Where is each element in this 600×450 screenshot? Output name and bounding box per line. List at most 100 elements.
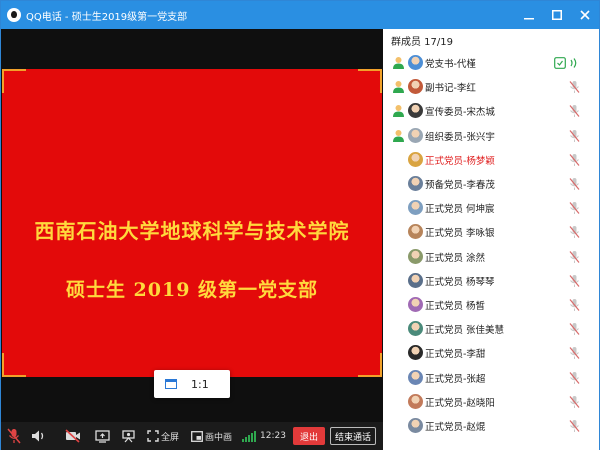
camera-off-icon bbox=[65, 429, 80, 443]
mic-muted-icon bbox=[569, 225, 580, 239]
member-item[interactable]: 正式党员 何坤宸 bbox=[383, 196, 599, 220]
member-item[interactable]: 正式党员-赵焜 bbox=[383, 414, 599, 438]
picture-in-picture-button[interactable]: 画中画 bbox=[191, 422, 232, 450]
slide-corner-ornament bbox=[2, 69, 26, 93]
avatar bbox=[408, 103, 423, 119]
member-item[interactable]: 正式党员-赵晓阳 bbox=[383, 390, 599, 414]
member-name: 正式党员 李咏银 bbox=[425, 228, 495, 240]
member-name: 正式党员 何坤宸 bbox=[425, 204, 495, 216]
member-name: 正式党员 涂然 bbox=[425, 252, 486, 264]
projector-button[interactable] bbox=[115, 422, 141, 450]
presentation-slide: 西南石油大学地球科学与技术学院 硕士生 2019 级第一党支部 bbox=[2, 69, 382, 377]
member-item[interactable]: 正式党员 杨琴琴 bbox=[383, 269, 599, 293]
share-screen-button[interactable] bbox=[89, 422, 115, 450]
minimize-button[interactable] bbox=[515, 1, 543, 29]
camera-off-button[interactable] bbox=[57, 422, 89, 450]
member-name: 正式党员 张佳美慧 bbox=[425, 325, 505, 337]
network-signal: 12:23 bbox=[242, 422, 286, 450]
member-item[interactable]: 预备党员-李春茂 bbox=[383, 172, 599, 196]
mic-muted-icon bbox=[569, 177, 580, 191]
fullscreen-label: 全屏 bbox=[161, 432, 180, 443]
slide-title-line-2: 硕士生 2019 级第一党支部 bbox=[65, 279, 319, 301]
member-item[interactable]: 正式党员-张超 bbox=[383, 366, 599, 390]
member-name: 正式党员-李甜 bbox=[425, 349, 486, 361]
maximize-icon bbox=[552, 10, 562, 20]
title-bar[interactable]: QQ电话 - 硕士生2019级第一党支部 bbox=[1, 1, 599, 29]
avatar bbox=[408, 272, 423, 288]
speaker-icon bbox=[32, 430, 44, 442]
member-name: 正式党员 杨皙 bbox=[425, 301, 486, 312]
member-item[interactable]: 组织委员-张兴宇 bbox=[383, 124, 599, 148]
admin-user-icon bbox=[392, 56, 405, 70]
member-panel: 群成员 17/19 党支书-代槿 副书记-李红宣传委员-宋杰城 组织委员-张兴宇正式… bbox=[383, 29, 599, 450]
qq-penguin-icon bbox=[7, 8, 21, 22]
member-item[interactable]: 正式党员-杨梦颖 bbox=[383, 148, 599, 172]
member-item[interactable]: 正式党员 张佳美慧 bbox=[383, 317, 599, 341]
mic-muted-icon bbox=[7, 428, 21, 444]
shared-screen-area[interactable]: 西南石油大学地球科学与技术学院 硕士生 2019 级第一党支部 1:1 bbox=[1, 29, 383, 422]
qq-call-window: QQ电话 - 硕士生2019级第一党支部 西南石油大学地球科学与技术学院 硕士生… bbox=[0, 0, 600, 450]
end-call-button[interactable]: 结束通话 bbox=[329, 427, 376, 445]
mic-muted-icon bbox=[569, 153, 580, 167]
speaker-button[interactable] bbox=[27, 422, 51, 450]
member-item[interactable]: 副书记-李红 bbox=[383, 75, 599, 99]
picture-in-picture-icon bbox=[191, 430, 203, 442]
mic-muted-icon bbox=[569, 322, 580, 336]
avatar bbox=[408, 176, 423, 191]
avatar bbox=[408, 200, 423, 216]
screen-share-status-icon bbox=[554, 57, 566, 69]
exit-button[interactable]: 退出 bbox=[292, 427, 325, 445]
member-name: 预备党员-李春茂 bbox=[425, 180, 495, 191]
mic-muted-icon bbox=[569, 250, 580, 264]
member-item[interactable]: 正式党员 李咏银 bbox=[383, 220, 599, 244]
slide-corner-ornament bbox=[358, 353, 382, 377]
member-item[interactable]: 正式党员 涂然 bbox=[383, 245, 599, 269]
member-item[interactable]: 党支书-代槿 bbox=[383, 51, 599, 75]
avatar bbox=[408, 297, 423, 312]
mic-muted-icon bbox=[569, 104, 580, 118]
mic-muted-icon bbox=[569, 371, 580, 385]
member-name: 正式党员-杨梦颖 bbox=[425, 155, 495, 167]
mic-muted-icon bbox=[569, 129, 580, 143]
ratio-label[interactable]: 1:1 bbox=[191, 378, 209, 391]
slide-corner-ornament bbox=[2, 353, 26, 377]
avatar bbox=[408, 224, 423, 240]
mute-mic-button[interactable] bbox=[1, 422, 27, 450]
avatar bbox=[408, 151, 423, 167]
avatar bbox=[408, 369, 423, 385]
avatar bbox=[408, 55, 423, 70]
admin-user-icon bbox=[392, 129, 405, 143]
minimize-icon bbox=[524, 18, 534, 20]
member-count: 群成员 17/19 bbox=[391, 36, 453, 48]
member-item[interactable]: 正式党员 杨皙 bbox=[383, 293, 599, 317]
member-item[interactable]: 正式党员-李甜 bbox=[383, 341, 599, 365]
fullscreen-icon bbox=[147, 430, 159, 442]
mic-muted-icon bbox=[569, 298, 580, 312]
call-toolbar: 全屏 画中画 12:23 退出 结束通话 bbox=[1, 422, 383, 450]
avatar bbox=[408, 248, 423, 264]
member-name: 正式党员 杨琴琴 bbox=[425, 276, 495, 288]
avatar bbox=[408, 127, 423, 143]
avatar bbox=[408, 393, 423, 409]
close-button[interactable] bbox=[571, 1, 599, 29]
ratio-popup[interactable]: 1:1 bbox=[154, 370, 230, 398]
member-name: 党支书-代槿 bbox=[425, 59, 476, 70]
member-name: 副书记-李红 bbox=[425, 83, 476, 95]
mic-muted-icon bbox=[569, 346, 580, 360]
mic-muted-icon bbox=[569, 201, 580, 215]
avatar bbox=[408, 321, 423, 337]
screen-share-icon bbox=[94, 429, 110, 443]
window-title: QQ电话 - 硕士生2019级第一党支部 bbox=[26, 11, 188, 23]
signal-strength-icon bbox=[242, 430, 257, 442]
slide-corner-ornament bbox=[358, 69, 382, 93]
call-timer: 12:23 bbox=[260, 431, 286, 441]
member-name: 正式党员-赵晓阳 bbox=[425, 397, 495, 409]
maximize-button[interactable] bbox=[543, 1, 571, 29]
picture-in-picture-label: 画中画 bbox=[205, 432, 233, 443]
fullscreen-button[interactable]: 全屏 bbox=[147, 422, 179, 450]
member-item[interactable]: 宣传委员-宋杰城 bbox=[383, 99, 599, 123]
mic-active-icon bbox=[569, 56, 580, 70]
member-name: 正式党员-张超 bbox=[425, 373, 486, 385]
member-name: 正式党员-赵焜 bbox=[425, 422, 486, 433]
mic-muted-icon bbox=[569, 274, 580, 288]
